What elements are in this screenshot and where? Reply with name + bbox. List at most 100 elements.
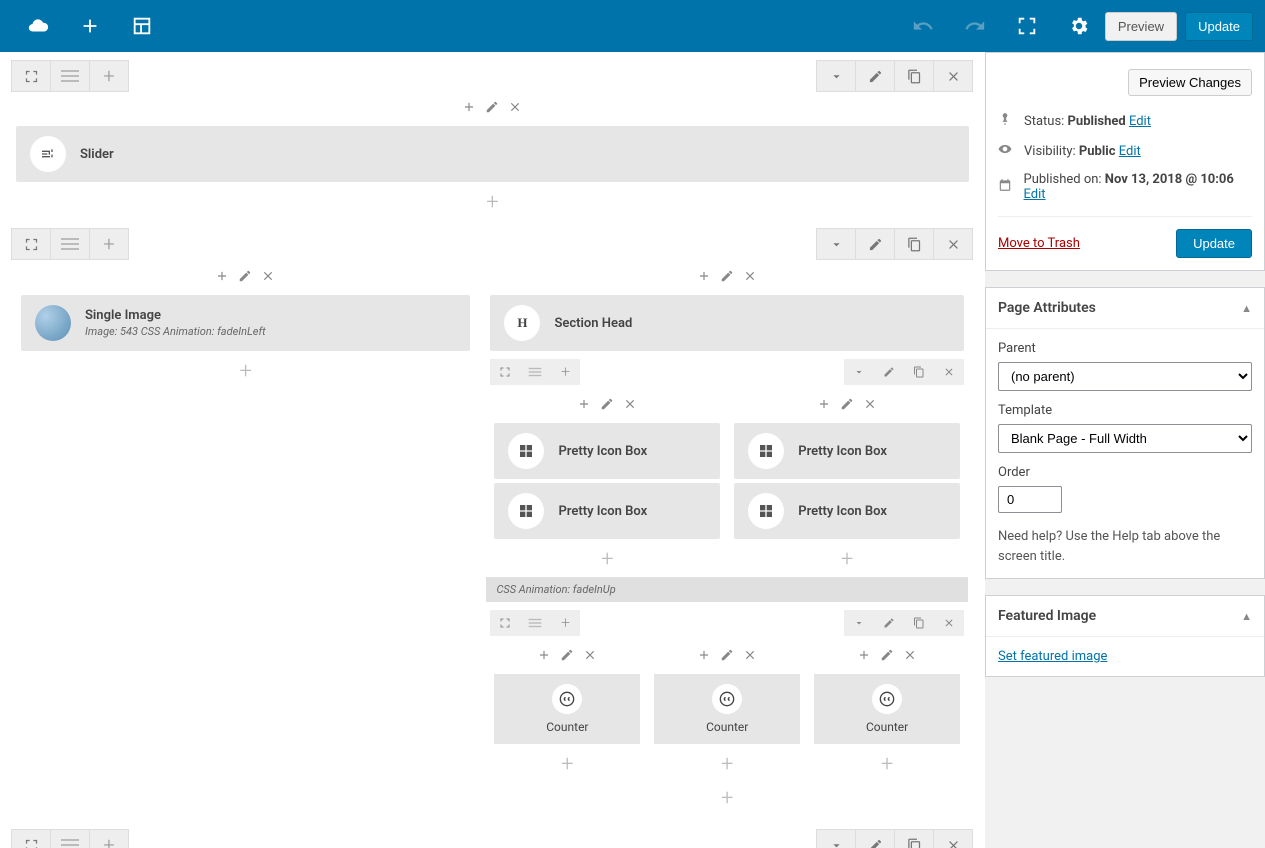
clone-row-icon[interactable] [894,829,934,848]
row-caret-icon[interactable] [816,829,856,848]
template-select[interactable]: Blank Page - Full Width [998,424,1252,453]
clone-row-icon[interactable] [904,359,934,385]
col-delete-icon[interactable] [899,644,921,666]
col-delete-icon[interactable] [257,265,279,287]
move-row-icon[interactable] [490,610,520,636]
single-image-element[interactable]: Single Image Image: 543 CSS Animation: f… [21,295,470,351]
delete-row-icon[interactable] [933,60,973,92]
delete-row-icon[interactable] [933,228,973,260]
row-caret-icon[interactable] [844,610,874,636]
update-button-top[interactable]: Update [1185,12,1253,41]
add-element-button[interactable]: + [490,543,724,577]
order-input[interactable] [998,486,1062,513]
page-attributes-toggle[interactable]: Page Attributes▲ [986,288,1264,329]
col-edit-icon[interactable] [481,96,503,118]
edit-row-icon[interactable] [855,829,895,848]
delete-row-icon[interactable] [934,610,964,636]
row-caret-icon[interactable] [844,359,874,385]
move-to-trash-link[interactable]: Move to Trash [998,236,1080,251]
col-edit-icon[interactable] [716,265,738,287]
featured-image-toggle[interactable]: Featured Image▲ [986,596,1264,637]
set-featured-image-link[interactable]: Set featured image [998,649,1107,664]
col-edit-icon[interactable] [556,644,578,666]
col-edit-icon[interactable] [836,393,858,415]
col-add-icon[interactable] [813,393,835,415]
pretty-icon-box-element[interactable]: Pretty Icon Box [494,423,720,479]
col-delete-icon[interactable] [579,644,601,666]
counter-element[interactable]: Counter [494,674,640,744]
col-delete-icon[interactable] [859,393,881,415]
columns-layout-icon[interactable] [520,359,550,385]
settings-gear-button[interactable] [1053,0,1105,52]
col-add-icon[interactable] [693,644,715,666]
delete-row-icon[interactable] [934,359,964,385]
section-head-element[interactable]: H Section Head [490,295,964,351]
row-caret-icon[interactable] [816,60,856,92]
edit-row-icon[interactable] [855,60,895,92]
fullscreen-button[interactable] [1001,0,1053,52]
move-row-icon[interactable] [11,829,51,848]
delete-row-icon[interactable] [933,829,973,848]
col-add-icon[interactable] [853,644,875,666]
counter-element[interactable]: Counter [814,674,960,744]
add-block-button[interactable] [64,0,116,52]
counter-element[interactable]: Counter [654,674,800,744]
add-column-icon[interactable]: + [550,359,580,385]
col-edit-icon[interactable] [876,644,898,666]
col-delete-icon[interactable] [504,96,526,118]
add-element-button[interactable]: + [12,186,973,220]
add-element-button[interactable]: + [650,748,804,782]
add-element-button[interactable]: + [730,543,964,577]
add-element-button[interactable]: + [486,782,968,816]
slider-element[interactable]: Slider [16,126,969,182]
edit-date-link[interactable]: Edit [1024,187,1046,202]
add-element-button[interactable]: + [17,355,474,389]
col-delete-icon[interactable] [739,644,761,666]
row-caret-icon[interactable] [816,228,856,260]
columns-layout-icon[interactable] [520,610,550,636]
logo-cloud-icon[interactable] [12,0,64,52]
edit-row-icon[interactable] [874,610,904,636]
col-add-icon[interactable] [573,393,595,415]
col-delete-icon[interactable] [739,265,761,287]
col-add-icon[interactable] [458,96,480,118]
edit-visibility-link[interactable]: Edit [1119,144,1141,159]
move-row-icon[interactable] [11,228,51,260]
add-column-icon[interactable]: + [89,829,129,848]
pretty-icon-box-element[interactable]: Pretty Icon Box [494,483,720,539]
col-add-icon[interactable] [693,265,715,287]
preview-changes-button[interactable]: Preview Changes [1128,69,1252,96]
columns-layout-icon[interactable] [50,829,90,848]
clone-row-icon[interactable] [894,60,934,92]
add-column-icon[interactable]: + [89,228,129,260]
redo-button[interactable] [949,0,1001,52]
edit-row-icon[interactable] [855,228,895,260]
clone-row-icon[interactable] [894,228,934,260]
pretty-icon-box-element[interactable]: Pretty Icon Box [734,423,960,479]
col-edit-icon[interactable] [596,393,618,415]
pretty-icon-box-element[interactable]: Pretty Icon Box [734,483,960,539]
edit-status-link[interactable]: Edit [1129,114,1151,129]
col-edit-icon[interactable] [234,265,256,287]
col-add-icon[interactable] [211,265,233,287]
layout-button[interactable] [116,0,168,52]
add-element-button[interactable]: + [810,748,964,782]
animation-label: CSS Animation: fadeInUp [486,577,968,602]
col-delete-icon[interactable] [619,393,641,415]
columns-layout-icon[interactable] [50,60,90,92]
move-row-icon[interactable] [490,359,520,385]
add-column-icon[interactable]: + [550,610,580,636]
update-button[interactable]: Update [1176,229,1252,258]
add-element-button[interactable]: + [490,748,644,782]
columns-layout-icon[interactable] [50,228,90,260]
edit-row-icon[interactable] [874,359,904,385]
clone-row-icon[interactable] [904,610,934,636]
editor-canvas: + Slider + + [0,52,985,848]
add-column-icon[interactable]: + [89,60,129,92]
col-edit-icon[interactable] [716,644,738,666]
parent-select[interactable]: (no parent) [998,362,1252,391]
col-add-icon[interactable] [533,644,555,666]
preview-button[interactable]: Preview [1105,12,1177,41]
move-row-icon[interactable] [11,60,51,92]
undo-button[interactable] [897,0,949,52]
